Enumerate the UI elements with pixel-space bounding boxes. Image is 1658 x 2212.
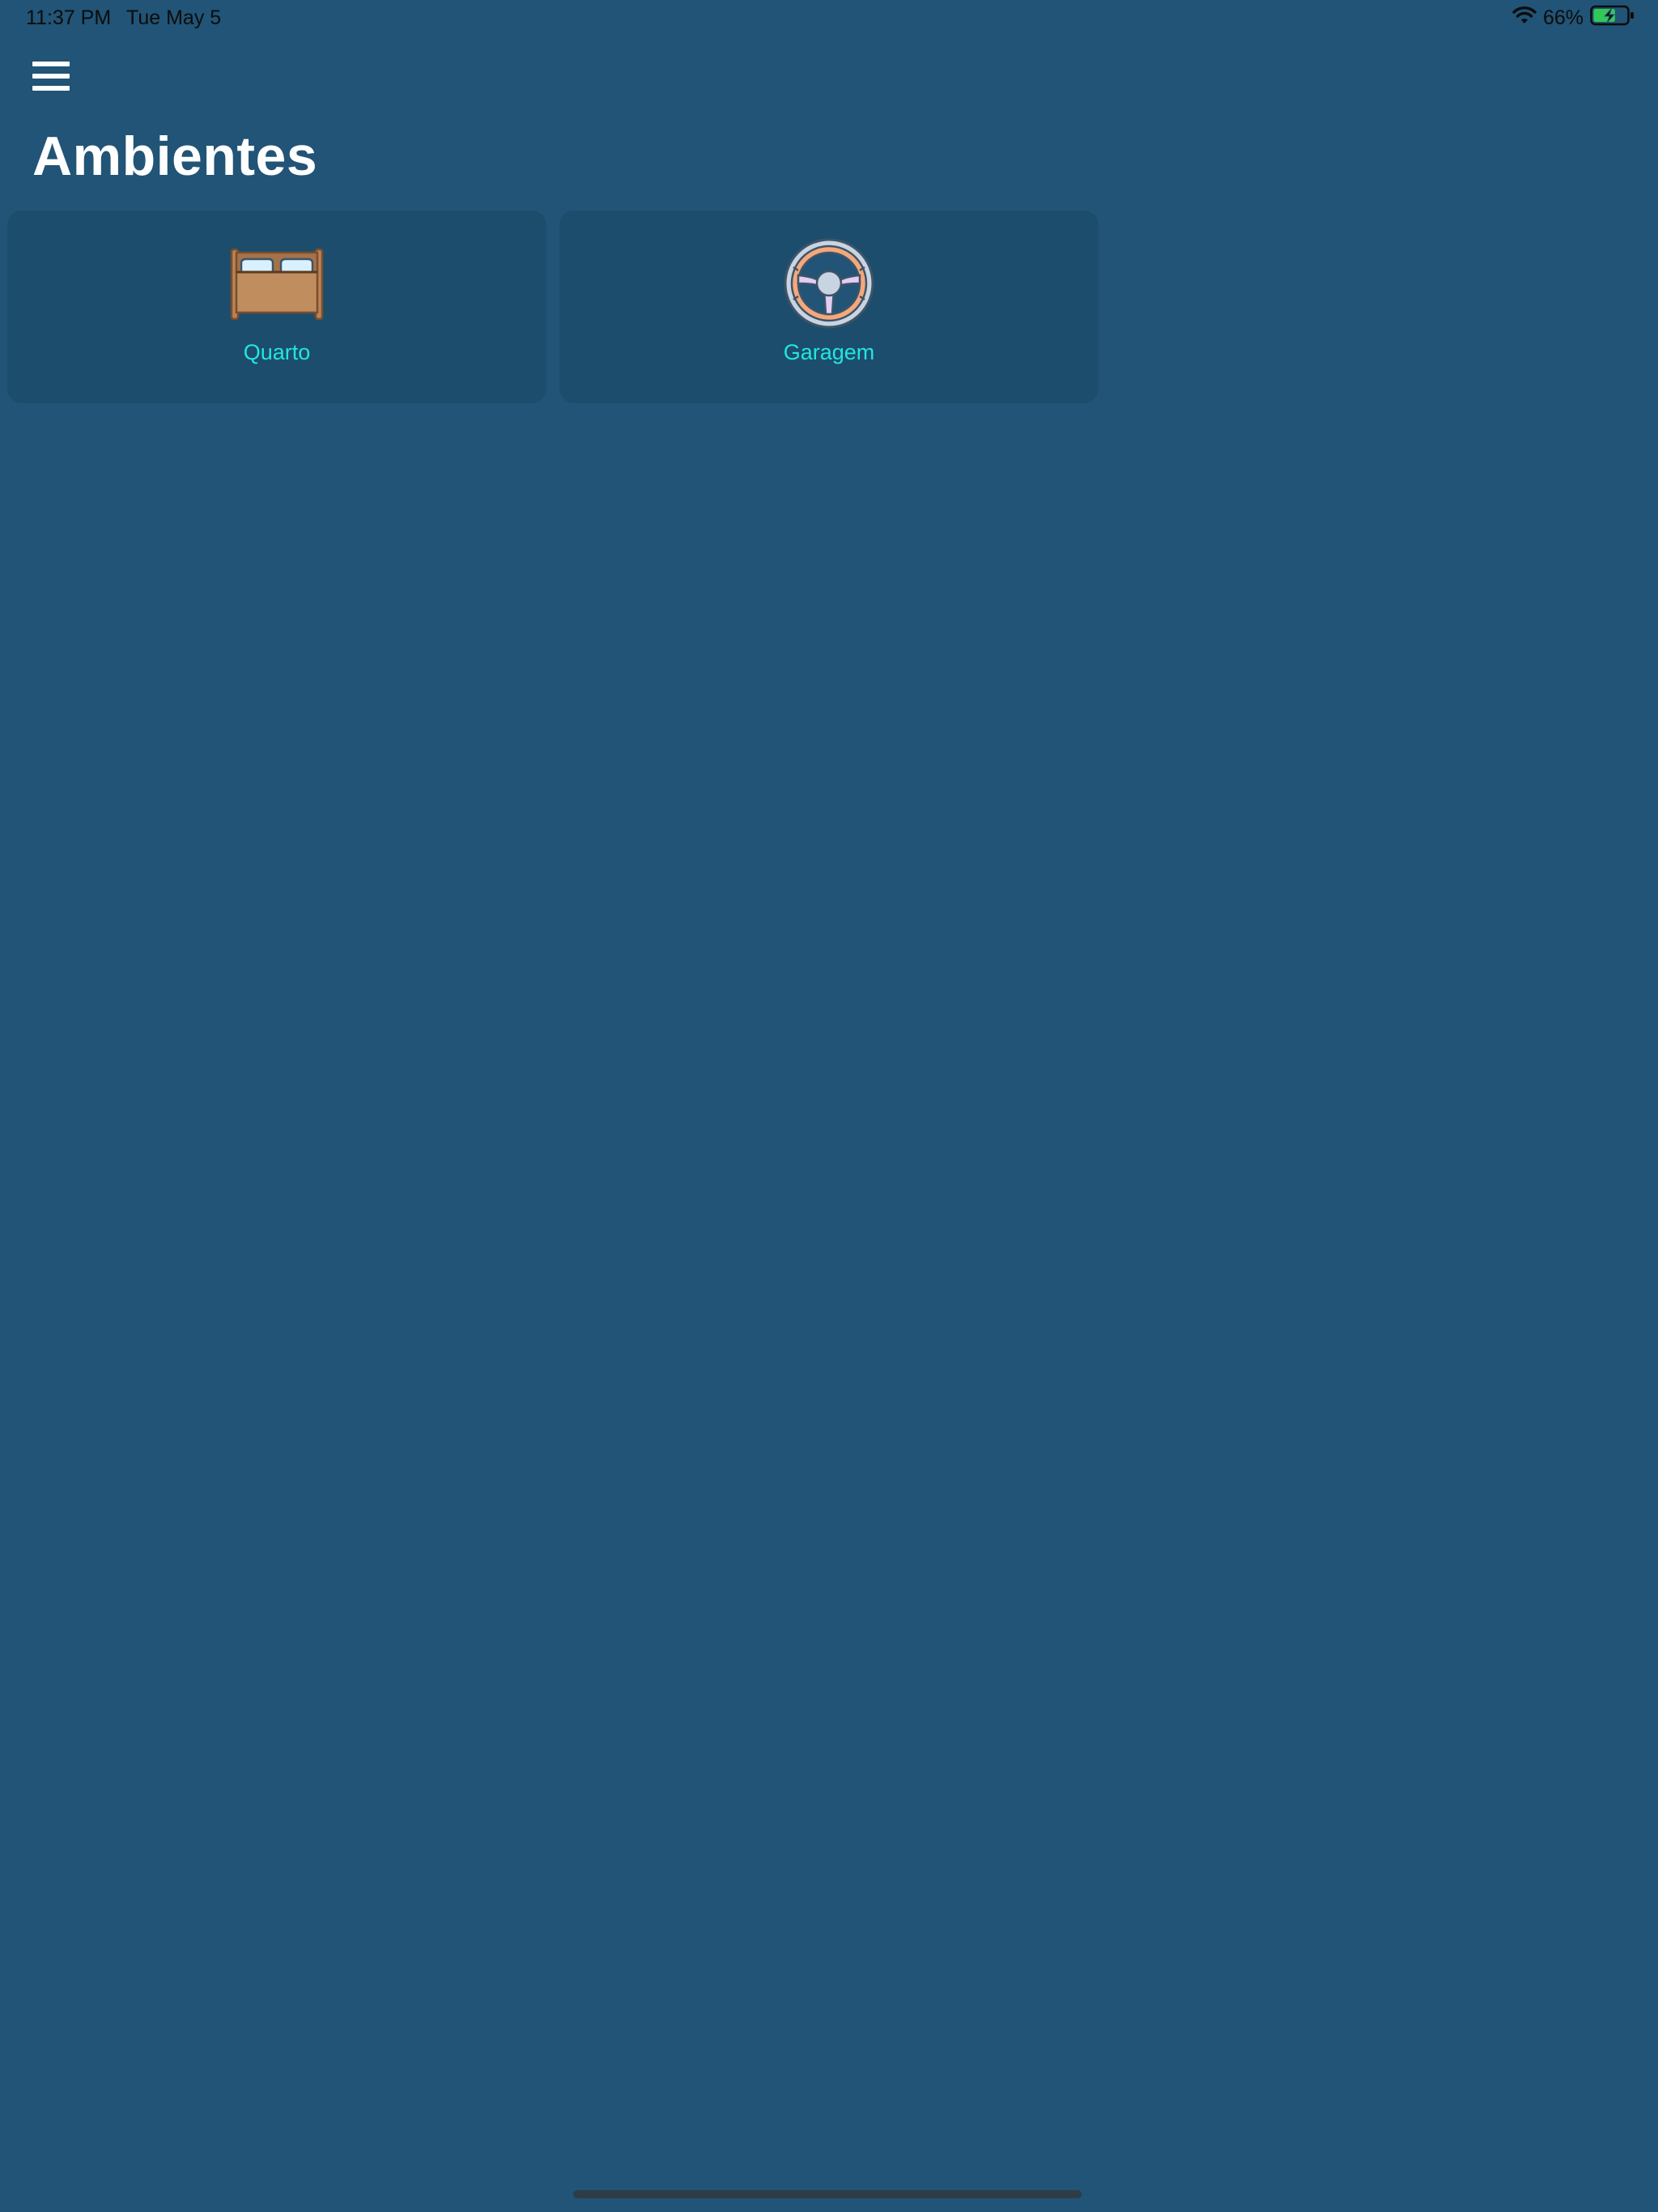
status-indicators: 66% xyxy=(1512,5,1635,32)
room-card-garagem[interactable]: Garagem xyxy=(559,211,1099,403)
bed-icon xyxy=(230,236,324,330)
hamburger-menu-icon[interactable] xyxy=(32,62,70,91)
menu-line xyxy=(32,86,70,91)
status-bar: 11:37 PM Tue May 5 66% xyxy=(0,0,1658,39)
status-date: Tue May 5 xyxy=(126,6,222,29)
steering-wheel-icon xyxy=(782,236,876,330)
page-title: Ambientes xyxy=(32,125,318,187)
room-label: Garagem xyxy=(783,340,875,364)
status-time: 11:37 PM xyxy=(26,6,112,29)
rooms-grid: Quarto Garagem xyxy=(7,211,1099,403)
room-card-quarto[interactable]: Quarto xyxy=(7,211,546,403)
home-indicator[interactable] xyxy=(573,2190,1082,2198)
room-label: Quarto xyxy=(243,340,311,364)
menu-line xyxy=(32,74,70,79)
battery-charging-icon xyxy=(1590,5,1635,32)
battery-percent: 66% xyxy=(1542,6,1584,29)
wifi-icon xyxy=(1512,6,1537,31)
menu-line xyxy=(32,62,70,66)
